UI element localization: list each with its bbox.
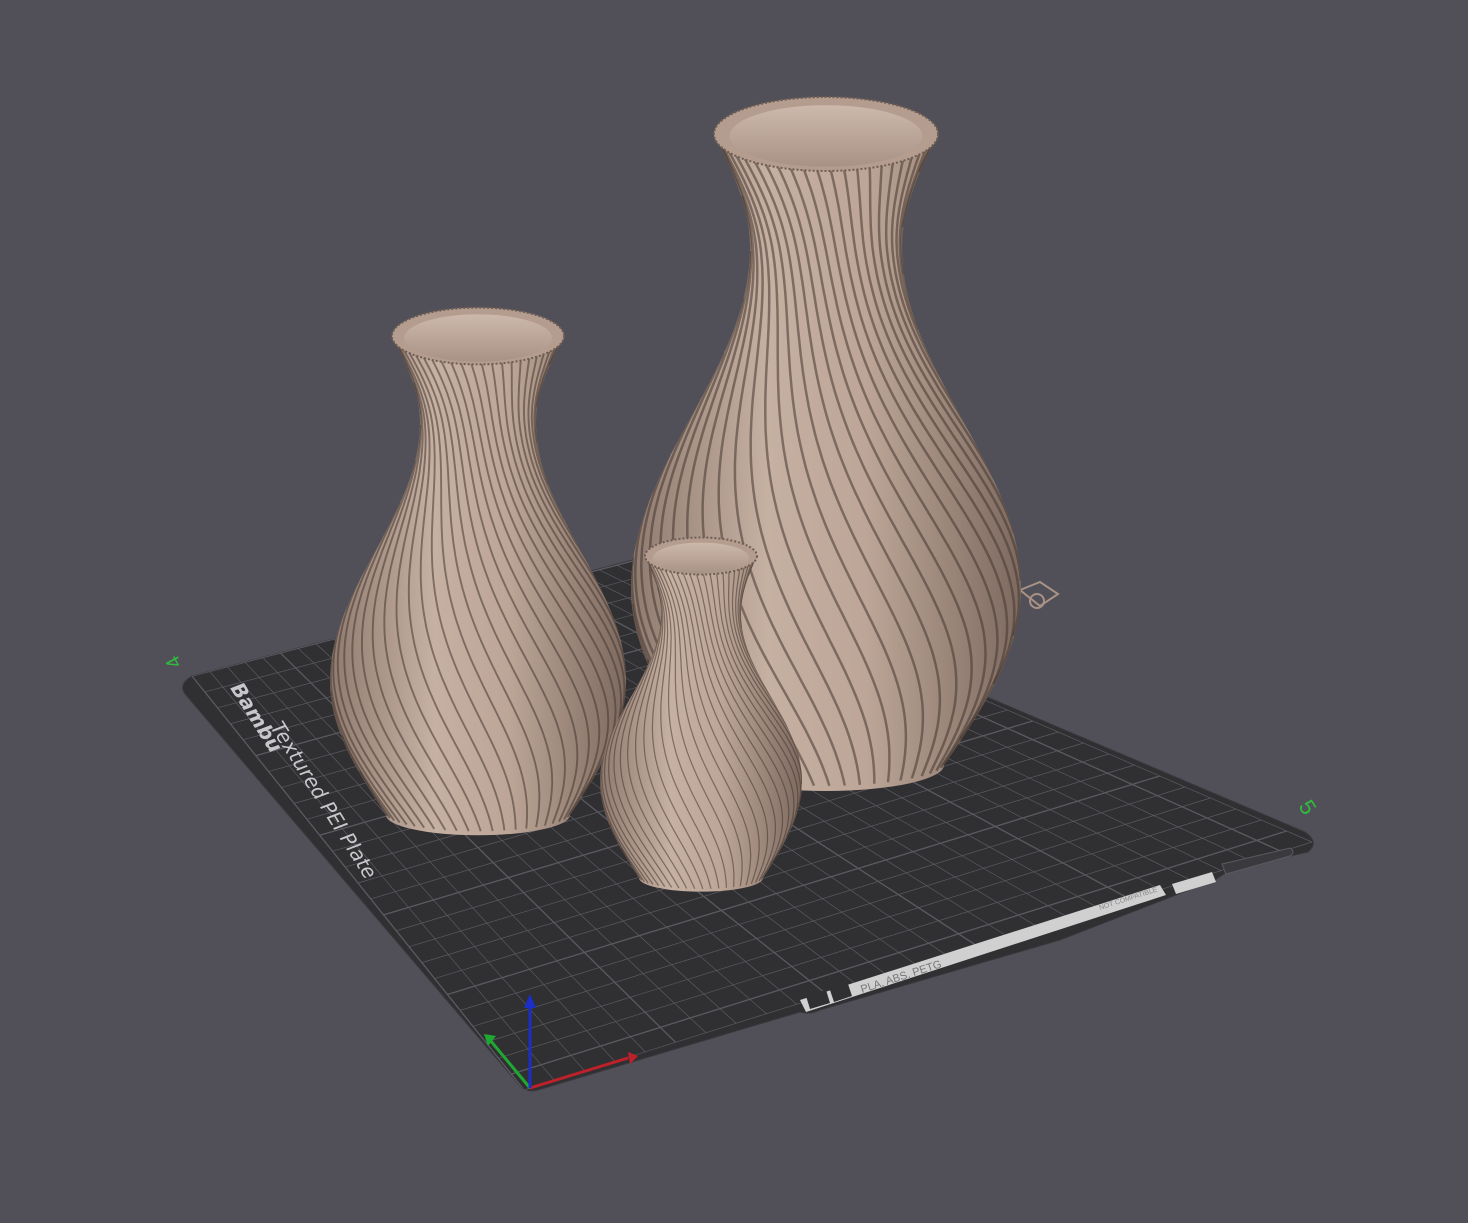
vase-medium[interactable] bbox=[330, 306, 626, 836]
vase-small-opening bbox=[652, 542, 750, 574]
scene-canvas[interactable]: PLA, ABS, PETG NOT COMPATIBLE Bambu Text… bbox=[0, 0, 1468, 1218]
models[interactable] bbox=[330, 96, 1021, 892]
corner-marker-4: 4 bbox=[162, 652, 187, 672]
vase-medium-opening bbox=[404, 314, 552, 362]
plate-logo-mark bbox=[1018, 580, 1060, 609]
corner-marker-5: 5 bbox=[1294, 795, 1322, 819]
3d-viewport[interactable]: PLA, ABS, PETG NOT COMPATIBLE Bambu Text… bbox=[0, 0, 1468, 1218]
vase-medium-body bbox=[330, 336, 626, 836]
vase-large-opening bbox=[729, 105, 923, 167]
